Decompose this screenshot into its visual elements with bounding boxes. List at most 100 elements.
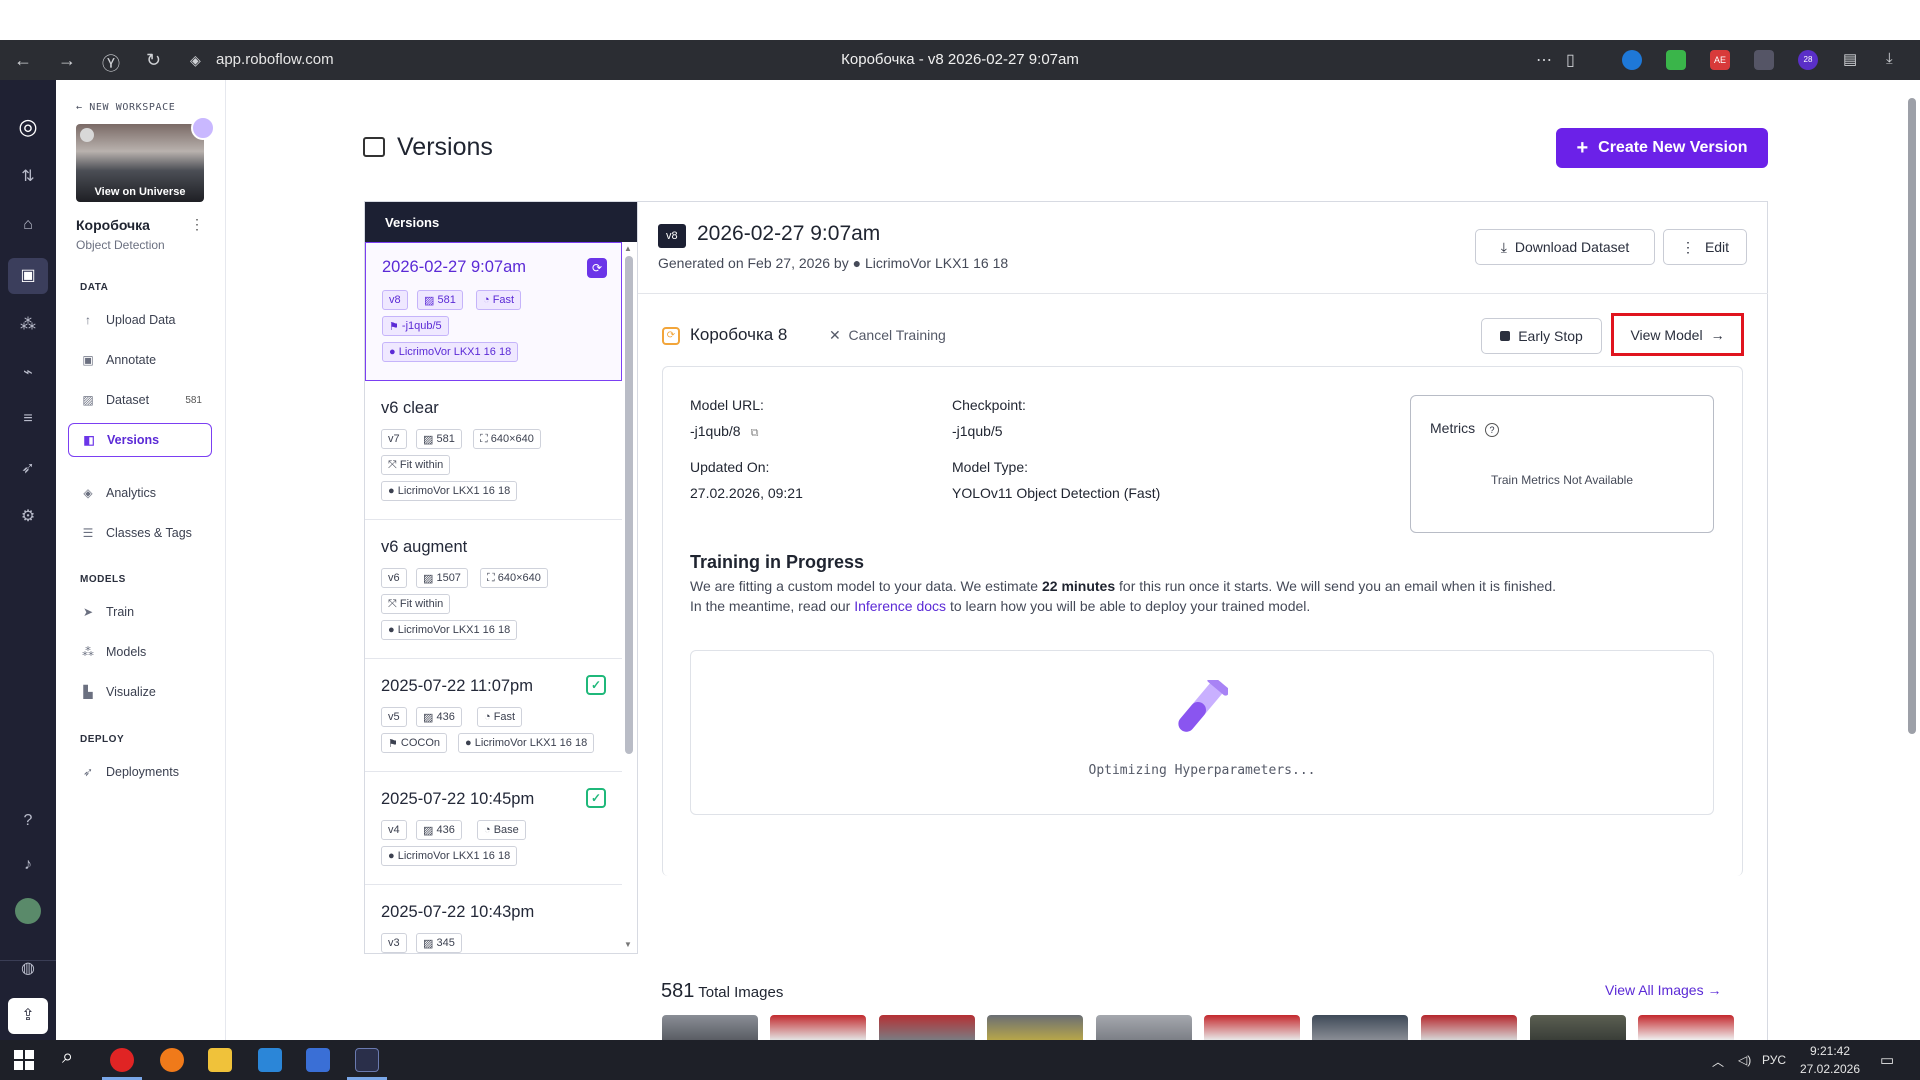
test-tube-icon bbox=[1178, 680, 1228, 732]
user-icon: ● bbox=[389, 346, 399, 358]
clock-time[interactable]: 9:21:42 bbox=[1790, 1044, 1870, 1058]
image-icon: ▨ bbox=[423, 711, 437, 724]
view-all-images-link[interactable]: View All Images → bbox=[1605, 982, 1721, 998]
image-thumbnail[interactable] bbox=[1312, 1015, 1408, 1040]
image-count-chip: ▨ 345 bbox=[416, 933, 462, 953]
monitoring-icon[interactable]: ⌁ bbox=[0, 362, 56, 382]
docs-icon[interactable]: ◍ bbox=[0, 958, 56, 978]
deployments-icon[interactable]: ≡ bbox=[0, 410, 56, 428]
sidebar-item-dataset[interactable]: ▨ Dataset 581 bbox=[68, 383, 212, 417]
top-strip bbox=[0, 0, 1920, 40]
sidebar-item-analytics[interactable]: ◈ Analytics bbox=[68, 476, 212, 510]
avatar[interactable] bbox=[15, 898, 41, 924]
image-count-chip: ▨ 581 bbox=[417, 290, 463, 310]
image-thumbnail[interactable] bbox=[987, 1015, 1083, 1040]
sidebar-item-versions[interactable]: ◧ Versions bbox=[68, 423, 212, 457]
windows-start-icon[interactable] bbox=[14, 1050, 34, 1070]
help-icon[interactable]: ? bbox=[0, 812, 56, 830]
download-dataset-button[interactable]: ⤓ Download Dataset bbox=[1475, 229, 1655, 265]
bookmark-icon[interactable]: ▯ bbox=[1566, 50, 1575, 70]
home-icon[interactable]: ⌂ bbox=[0, 216, 56, 234]
checkpoint-chip: ⚑ -j1qub/5 bbox=[382, 316, 449, 336]
switch-icon[interactable]: ⇅ bbox=[0, 166, 56, 186]
app-icon[interactable] bbox=[355, 1048, 379, 1072]
search-icon[interactable]: ⌕ bbox=[62, 1046, 73, 1069]
view-on-universe[interactable]: View on Universe bbox=[76, 186, 204, 198]
roboflow-logo-icon[interactable]: ◎ bbox=[0, 114, 56, 140]
extension-icon[interactable] bbox=[1622, 50, 1642, 70]
back-to-workspace[interactable]: ← NEW WORKSPACE bbox=[76, 102, 175, 113]
view-model-button[interactable]: View Model → bbox=[1611, 313, 1744, 356]
sidebar-item-models[interactable]: ⁂ Models bbox=[68, 635, 212, 669]
image-thumbnail[interactable] bbox=[770, 1015, 866, 1040]
scroll-down-icon[interactable]: ▼ bbox=[624, 940, 632, 949]
file-explorer-icon[interactable] bbox=[208, 1048, 232, 1072]
more-icon[interactable]: ⋯ bbox=[1536, 50, 1552, 70]
vscode-icon[interactable] bbox=[258, 1048, 282, 1072]
downloads-icon[interactable]: ⤓ bbox=[1886, 50, 1893, 67]
model-type-label: Model Type: bbox=[952, 459, 1029, 475]
sidebar-item-annotate[interactable]: ▣ Annotate bbox=[68, 343, 212, 377]
image-thumbnail[interactable] bbox=[662, 1015, 758, 1040]
download-extension-icon[interactable] bbox=[1666, 50, 1686, 70]
version-card[interactable]: 2025-07-22 10:43pm v3 ▨ 345 bbox=[365, 885, 622, 953]
resize-chip: ⛶ 640×640 bbox=[480, 568, 548, 588]
adblock-extension-icon[interactable]: AE bbox=[1710, 50, 1730, 70]
projects-icon[interactable]: ▣ bbox=[8, 258, 48, 294]
clock-date[interactable]: 27.02.2026 bbox=[1790, 1062, 1870, 1076]
extension-badge-icon[interactable]: 28 bbox=[1798, 50, 1818, 70]
model-name: Коробочка 8 bbox=[690, 325, 788, 344]
version-card[interactable]: 2026-02-27 9:07am ⟳ v8 ▨ 581 ◔ Fast ⚑ -j… bbox=[365, 242, 622, 381]
versions-scrollbar[interactable] bbox=[625, 256, 633, 754]
checkpoint-value: -j1qub/5 bbox=[952, 423, 1003, 439]
collections-icon[interactable]: ▤ bbox=[1843, 50, 1857, 68]
workflows-icon[interactable]: ⁂ bbox=[0, 314, 56, 334]
version-card[interactable]: 2025-07-22 11:07pm ✓ v5 ▨ 436 ◔ Fast ⚑ C… bbox=[365, 659, 622, 772]
firefox-icon[interactable] bbox=[160, 1048, 184, 1072]
image-thumbnail[interactable] bbox=[1096, 1015, 1192, 1040]
kebab-menu-icon[interactable]: ⋮ bbox=[190, 216, 204, 233]
chart-app-icon[interactable] bbox=[306, 1048, 330, 1072]
sidebar-item-visualize[interactable]: ▙ Visualize bbox=[68, 675, 212, 709]
language-indicator[interactable]: РУС bbox=[1762, 1053, 1786, 1067]
flag-icon: ⚑ bbox=[388, 737, 401, 750]
early-stop-button[interactable]: Early Stop bbox=[1481, 318, 1602, 354]
version-card[interactable]: v6 clear v7 ▨ 581 ⛶ 640×640 ⤧ Fit within… bbox=[365, 381, 622, 520]
yandex-browser-icon[interactable] bbox=[110, 1048, 134, 1072]
volume-icon[interactable]: ◁) bbox=[1738, 1053, 1751, 1067]
project-thumbnail[interactable]: View on Universe bbox=[76, 124, 204, 202]
speed-chip: ◔ Fast bbox=[476, 290, 522, 310]
bell-icon[interactable]: ♪ bbox=[0, 856, 56, 874]
upgrade-icon[interactable]: ⇪ bbox=[8, 998, 48, 1034]
copy-icon[interactable]: ⧉ bbox=[751, 427, 759, 439]
extension-icon[interactable] bbox=[1754, 50, 1774, 70]
version-name: 2025-07-22 10:43pm bbox=[381, 903, 535, 921]
sidebar-item-train[interactable]: ➤ Train bbox=[68, 595, 212, 629]
rocket-icon[interactable]: ➶ bbox=[0, 458, 56, 478]
tray-chevron-icon[interactable]: ︿ bbox=[1712, 1053, 1724, 1070]
help-icon[interactable]: ? bbox=[1485, 423, 1500, 437]
author-chip: ● LicrimoVor LKX1 16 18 bbox=[382, 342, 519, 362]
sidebar-item-deployments[interactable]: ➶ Deployments bbox=[68, 755, 212, 789]
page-scrollbar[interactable] bbox=[1908, 98, 1916, 734]
inference-docs-link[interactable]: Inference docs bbox=[854, 598, 946, 614]
image-thumbnail[interactable] bbox=[1638, 1015, 1734, 1040]
create-new-version-button[interactable]: + Create New Version bbox=[1556, 128, 1768, 168]
sidebar-item-classes[interactable]: ☰ Classes & Tags bbox=[68, 516, 212, 550]
image-thumbnail[interactable] bbox=[879, 1015, 975, 1040]
version-card[interactable]: v6 augment v6 ▨ 1507 ⛶ 640×640 ⤧ Fit wit… bbox=[365, 520, 622, 659]
browser-toolbar: ← → Ⓨ ↻ ◈ app.roboflow.com Коробочка - v… bbox=[0, 40, 1920, 80]
settings-icon[interactable]: ⚙ bbox=[0, 506, 56, 526]
arrow-right-icon: → bbox=[1710, 326, 1725, 343]
version-card[interactable]: 2025-07-22 10:45pm ✓ v4 ▨ 436 ◔ Base ● L… bbox=[365, 772, 622, 885]
sidebar-item-upload[interactable]: ↑ Upload Data bbox=[68, 303, 212, 337]
image-thumbnail[interactable] bbox=[1204, 1015, 1300, 1040]
globe-icon bbox=[80, 128, 94, 142]
notifications-icon[interactable]: ▭ bbox=[1880, 1051, 1894, 1069]
edit-button[interactable]: ⋮ Edit bbox=[1663, 229, 1747, 265]
author-chip: ● LicrimoVor LKX1 16 18 bbox=[381, 481, 518, 501]
scroll-up-icon[interactable]: ▲ bbox=[624, 244, 632, 253]
image-thumbnail[interactable] bbox=[1421, 1015, 1517, 1040]
cancel-training-button[interactable]: ✕ Cancel Training bbox=[829, 327, 946, 344]
image-thumbnail[interactable] bbox=[1530, 1015, 1626, 1040]
